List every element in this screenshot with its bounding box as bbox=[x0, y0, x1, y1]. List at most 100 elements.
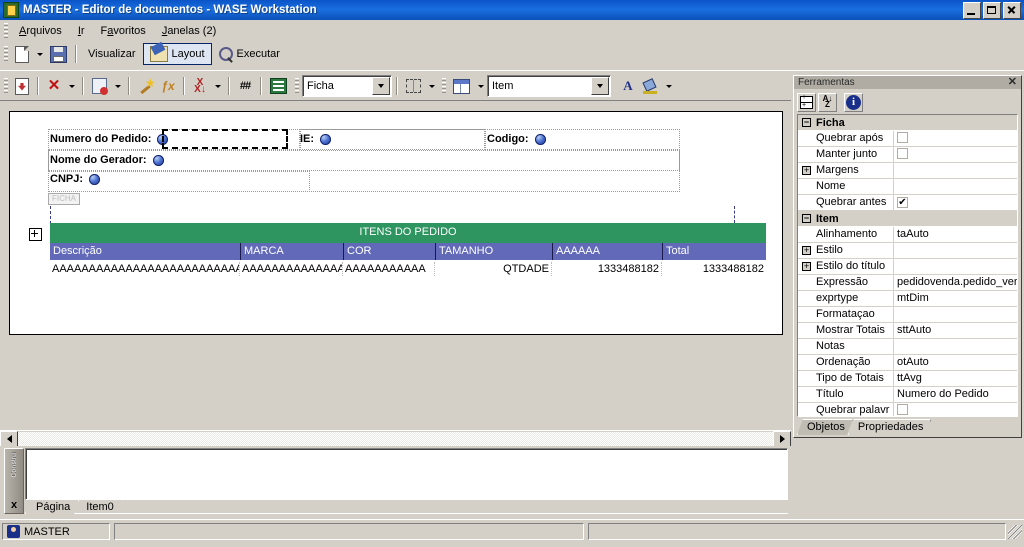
property-value[interactable]: mtDim bbox=[894, 291, 1017, 307]
workspace-hscrollbar[interactable] bbox=[0, 430, 791, 448]
style-combo[interactable]: Ficha bbox=[302, 75, 392, 97]
property-group-ficha[interactable]: − Ficha bbox=[798, 115, 1017, 131]
info-button[interactable]: i bbox=[844, 92, 863, 112]
menu-janelas[interactable]: Janelas (2) bbox=[154, 23, 224, 39]
new-document-dropdown[interactable] bbox=[33, 42, 46, 66]
table-row[interactable]: AAAAAAAAAAAAAAAAAAAAAAAAAA AAAAAAAAAAAAA… bbox=[50, 262, 766, 276]
expand-icon[interactable]: + bbox=[802, 262, 811, 271]
property-row-quebrar-apos[interactable]: Quebrar após bbox=[798, 131, 1017, 147]
checkbox-unchecked[interactable] bbox=[897, 404, 908, 415]
column-header-aaaaaa[interactable]: AAAAAA bbox=[552, 243, 662, 260]
object-combo[interactable]: Item bbox=[487, 75, 611, 97]
tab-objetos[interactable]: Objetos bbox=[797, 419, 853, 435]
property-row-mostrar-totais[interactable]: Mostrar Totais sttAuto bbox=[798, 323, 1017, 339]
table-button[interactable] bbox=[449, 75, 474, 97]
number-button[interactable]: ## bbox=[234, 75, 256, 97]
categorize-button[interactable] bbox=[797, 92, 816, 112]
field-numero-pedido[interactable]: Numero do Pedido: bbox=[50, 133, 169, 145]
export-button[interactable] bbox=[266, 75, 291, 97]
field-nome-gerador[interactable]: Nome do Gerador: bbox=[50, 154, 164, 166]
property-row-estilo[interactable]: + Estilo bbox=[798, 243, 1017, 259]
document-canvas[interactable]: Numero do Pedido: IE: Codigo: Nome do Ge… bbox=[9, 111, 783, 335]
sort-dropdown[interactable] bbox=[211, 74, 224, 98]
checkbox-checked[interactable]: ✔ bbox=[897, 197, 908, 208]
minimize-button[interactable] bbox=[963, 1, 981, 19]
property-row-titulo[interactable]: Título Numero do Pedido bbox=[798, 387, 1017, 403]
property-value[interactable] bbox=[894, 339, 1017, 355]
toolbar-grip-1[interactable] bbox=[4, 46, 8, 62]
close-button[interactable] bbox=[1003, 1, 1021, 19]
property-row-notas[interactable]: Notas bbox=[798, 339, 1017, 355]
sort-alpha-button[interactable]: A↓ Z bbox=[818, 92, 837, 112]
style-combo-arrow[interactable] bbox=[372, 77, 390, 95]
menu-ir[interactable]: Ir bbox=[70, 23, 93, 39]
toolbar-grip-2[interactable] bbox=[4, 78, 8, 94]
new-field-dropdown[interactable] bbox=[111, 74, 124, 98]
dock-tab-pagina[interactable]: Página bbox=[25, 499, 79, 514]
table-dropdown[interactable] bbox=[474, 74, 487, 98]
property-value[interactable]: ttAvg bbox=[894, 371, 1017, 387]
property-row-manter-junto[interactable]: Manter junto bbox=[798, 147, 1017, 163]
function-button[interactable]: ƒx bbox=[157, 75, 179, 97]
column-header-total[interactable]: Total bbox=[662, 243, 766, 260]
property-value[interactable]: taAuto bbox=[894, 227, 1017, 243]
dock-content-area[interactable] bbox=[25, 448, 788, 500]
dock-tab-item0[interactable]: Item0 bbox=[75, 499, 123, 514]
property-row-exprtype[interactable]: exprtype mtDim bbox=[798, 291, 1017, 307]
property-value[interactable] bbox=[894, 259, 1017, 275]
font-color-button[interactable]: A bbox=[617, 75, 639, 97]
maximize-button[interactable] bbox=[983, 1, 1001, 19]
import-button[interactable] bbox=[11, 75, 33, 97]
delete-button[interactable]: ✕ bbox=[43, 75, 65, 97]
column-header-tamanho[interactable]: TAMANHO bbox=[435, 243, 552, 260]
property-row-margens[interactable]: + Margens bbox=[798, 163, 1017, 179]
property-row-expressao[interactable]: Expressão pedidovenda.pedido_ver bbox=[798, 275, 1017, 291]
dock-side-tab[interactable]: Constru x bbox=[4, 448, 24, 514]
scroll-left-button[interactable] bbox=[0, 430, 18, 448]
property-row-estilo-titulo[interactable]: + Estilo do título bbox=[798, 259, 1017, 275]
menu-favoritos[interactable]: Favoritos bbox=[93, 23, 154, 39]
property-row-quebrar-palavra[interactable]: Quebrar palavr bbox=[798, 403, 1017, 416]
collapse-icon[interactable]: − bbox=[802, 214, 811, 223]
property-value[interactable] bbox=[894, 243, 1017, 259]
layout-button[interactable]: Layout bbox=[142, 43, 212, 65]
sort-button[interactable]: X X↓ bbox=[189, 75, 211, 97]
menu-arquivos[interactable]: Arquivos bbox=[11, 23, 70, 39]
property-value[interactable] bbox=[894, 147, 1017, 163]
tool-panel-close-icon[interactable]: ✕ bbox=[1006, 77, 1019, 88]
toolbar-grip-3[interactable] bbox=[295, 78, 299, 94]
property-value[interactable] bbox=[894, 163, 1017, 179]
column-header-descricao[interactable]: Descrição bbox=[50, 243, 240, 260]
scroll-right-button[interactable] bbox=[773, 430, 791, 448]
property-row-tipo-totais[interactable]: Tipo de Totais ttAvg bbox=[798, 371, 1017, 387]
expand-icon[interactable]: + bbox=[802, 166, 811, 175]
checkbox-unchecked[interactable] bbox=[897, 132, 908, 143]
property-value[interactable]: pedidovenda.pedido_ver bbox=[894, 275, 1017, 291]
property-grid[interactable]: − Ficha Quebrar após Manter junto + Marge… bbox=[797, 114, 1018, 417]
property-value[interactable]: ✔ bbox=[894, 195, 1017, 211]
field-codigo[interactable]: Codigo: bbox=[487, 133, 546, 145]
resize-grip[interactable] bbox=[1008, 524, 1022, 539]
delete-dropdown[interactable] bbox=[65, 74, 78, 98]
grid-border-dropdown[interactable] bbox=[425, 74, 438, 98]
move-handle[interactable] bbox=[29, 228, 42, 241]
property-value[interactable] bbox=[894, 131, 1017, 147]
fill-color-button[interactable] bbox=[639, 75, 662, 97]
property-row-formatacao[interactable]: Formataçao bbox=[798, 307, 1017, 323]
object-combo-arrow[interactable] bbox=[591, 77, 609, 95]
checkbox-unchecked[interactable] bbox=[897, 148, 908, 159]
collapse-icon[interactable]: − bbox=[802, 118, 811, 127]
new-document-button[interactable] bbox=[11, 43, 33, 65]
band-tag-ficha[interactable]: FICHA bbox=[48, 193, 80, 205]
menu-grip[interactable] bbox=[4, 22, 8, 39]
field-ie[interactable]: IE: bbox=[300, 133, 332, 145]
property-row-nome[interactable]: Nome bbox=[798, 179, 1017, 195]
hscroll-track[interactable] bbox=[18, 431, 773, 447]
property-group-item[interactable]: − Item bbox=[798, 211, 1017, 227]
fill-color-dropdown[interactable] bbox=[662, 74, 675, 98]
grid-border-button[interactable] bbox=[402, 75, 425, 97]
tab-propriedades[interactable]: Propriedades bbox=[848, 419, 931, 435]
save-button[interactable] bbox=[46, 43, 71, 65]
selection-marquee[interactable] bbox=[162, 129, 288, 149]
property-row-ordenacao[interactable]: Ordenação otAuto bbox=[798, 355, 1017, 371]
